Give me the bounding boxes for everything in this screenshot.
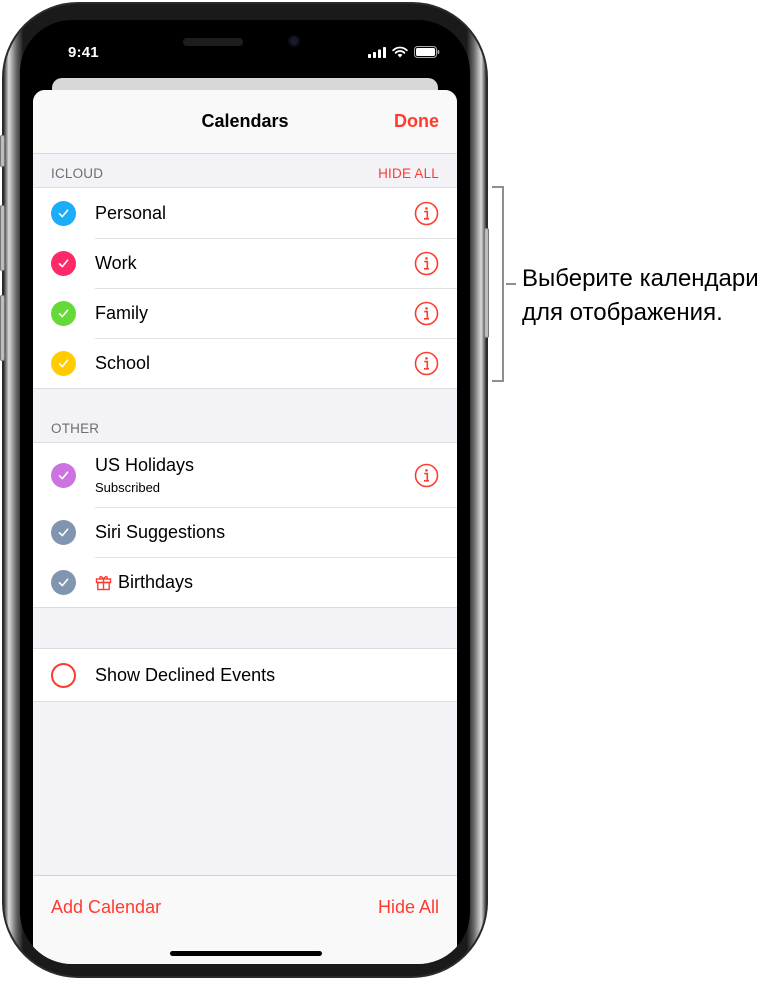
navigation-bar: Calendars Done [33,90,457,154]
calendar-subtitle: Subscribed [95,480,161,495]
callout-bracket-tick [506,283,516,285]
info-icon[interactable] [414,201,439,226]
calendar-name: Personal [95,202,167,223]
show-declined-events-row[interactable]: Show Declined Events [33,649,457,701]
icloud-calendar-list: Personal Work Family School [33,187,457,389]
other-calendar-list: US Holidays Subscribed Siri Suggestions [33,442,457,608]
info-icon[interactable] [414,301,439,326]
calendar-name-with-icon: Birthdays [95,572,193,593]
calendar-name: Birthdays [118,571,194,592]
options-list: Show Declined Events [33,648,457,702]
calendars-sheet: Calendars Done ICLOUD HIDE ALL Personal … [33,90,457,964]
volume-down-button [0,295,5,361]
home-indicator[interactable] [170,951,322,956]
done-button[interactable]: Done [394,111,439,132]
checkmark-circle-icon[interactable] [51,569,76,595]
calendar-row-work[interactable]: Work [33,238,457,288]
info-icon[interactable] [414,463,439,488]
calendar-row-birthdays[interactable]: Birthdays [33,557,457,607]
earpiece-speaker [183,38,243,46]
checkmark-circle-icon[interactable] [51,250,76,276]
callout-bracket [492,186,504,382]
calendar-row-personal[interactable]: Personal [33,188,457,238]
calendar-row-us-holidays[interactable]: US Holidays Subscribed [33,443,457,507]
wifi-icon [392,46,408,58]
info-icon[interactable] [414,351,439,376]
volume-up-button [0,205,5,271]
calendar-name: Work [95,252,137,273]
status-time: 9:41 [68,44,99,61]
calendar-name: US Holidays [95,455,195,475]
checkmark-circle-icon[interactable] [51,462,76,488]
calendar-row-siri-suggestions[interactable]: Siri Suggestions [33,507,457,557]
section-title-other: OTHER [51,421,100,436]
side-power-button [484,228,489,338]
show-declined-events-label: Show Declined Events [95,664,276,685]
calendar-name: Siri Suggestions [95,521,226,542]
status-icons [368,46,440,58]
section-header-other: OTHER [33,389,457,442]
checkmark-circle-icon[interactable] [51,200,76,226]
battery-icon [414,46,440,58]
section-header-icloud: ICLOUD HIDE ALL [33,154,457,187]
checkmark-circle-icon[interactable] [51,300,76,326]
icloud-hide-all-button[interactable]: HIDE ALL [378,166,439,181]
checkmark-circle-icon[interactable] [51,519,76,545]
callout-text: Выберите календари для отображения. [522,265,759,326]
front-camera [288,35,300,47]
hide-all-button[interactable]: Hide All [378,897,439,918]
info-icon[interactable] [414,251,439,276]
calendar-name: School [95,352,151,373]
calendar-row-school[interactable]: School [33,338,457,388]
calendar-row-family[interactable]: Family [33,288,457,338]
checkmark-circle-icon[interactable] [51,350,76,376]
phone-screen: 9:41 Calendars Done ICLOUD HIDE ALL Pers… [20,20,470,964]
section-title-icloud: ICLOUD [51,166,104,181]
add-calendar-button[interactable]: Add Calendar [51,897,161,918]
empty-circle-icon[interactable] [51,662,76,688]
bottom-toolbar: Add Calendar Hide All [33,875,457,964]
mute-switch [0,135,5,167]
gift-icon [95,575,112,590]
calendar-name: Family [95,302,148,323]
cellular-signal-icon [368,46,386,58]
